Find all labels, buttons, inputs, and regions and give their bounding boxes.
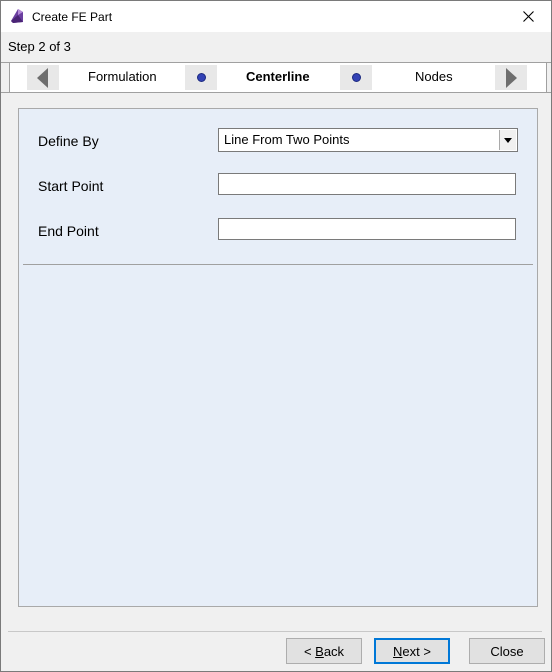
wizard-step-nodes[interactable]: Nodes	[415, 69, 453, 85]
start-point-label: Start Point	[38, 178, 104, 194]
step-dot-icon	[351, 73, 361, 82]
triangle-left-icon	[37, 67, 48, 88]
close-button[interactable]: Close	[469, 638, 545, 664]
next-button-mnemonic: N	[393, 643, 403, 659]
wizard-step-centerline[interactable]: Centerline	[246, 69, 310, 85]
wizard-bar-edge-left	[1, 63, 10, 92]
app-logo-icon	[11, 9, 23, 23]
wizard-step-formulation[interactable]: Formulation	[88, 69, 157, 85]
next-button[interactable]: Next >	[374, 638, 450, 664]
end-point-label: End Point	[38, 223, 99, 239]
create-fe-part-dialog: Create FE Part Step 2 of 3 Formulation C…	[0, 0, 552, 672]
wizard-step-separator	[340, 65, 372, 90]
dropdown-button[interactable]	[499, 130, 516, 150]
step-indicator: Step 2 of 3	[8, 39, 71, 54]
back-button-prefix: <	[303, 643, 316, 659]
step-dot-icon	[196, 73, 206, 82]
back-button[interactable]: < Back	[286, 638, 362, 664]
wizard-step-bar: Formulation Centerline Nodes	[1, 62, 551, 93]
centerline-panel: Define By Line From Two Points Start Poi…	[18, 108, 538, 607]
wizard-bar-edge-right	[546, 63, 551, 92]
define-by-select[interactable]: Line From Two Points	[218, 128, 518, 152]
next-button-rest: ext >	[402, 643, 431, 659]
triangle-right-icon	[506, 67, 517, 88]
chevron-down-icon	[504, 137, 512, 143]
define-by-label: Define By	[38, 133, 99, 149]
wizard-next-button[interactable]	[495, 65, 527, 90]
panel-divider	[23, 264, 533, 265]
end-point-input[interactable]	[218, 218, 516, 240]
back-button-rest: ack	[323, 643, 345, 659]
close-icon[interactable]	[505, 1, 551, 32]
define-by-value: Line From Two Points	[224, 132, 350, 147]
window-title: Create FE Part	[32, 10, 113, 24]
wizard-prev-button[interactable]	[27, 65, 59, 90]
title-bar: Create FE Part	[1, 1, 551, 32]
back-button-mnemonic: B	[315, 643, 324, 659]
start-point-input[interactable]	[218, 173, 516, 195]
wizard-step-separator	[185, 65, 217, 90]
footer-separator	[8, 631, 542, 632]
